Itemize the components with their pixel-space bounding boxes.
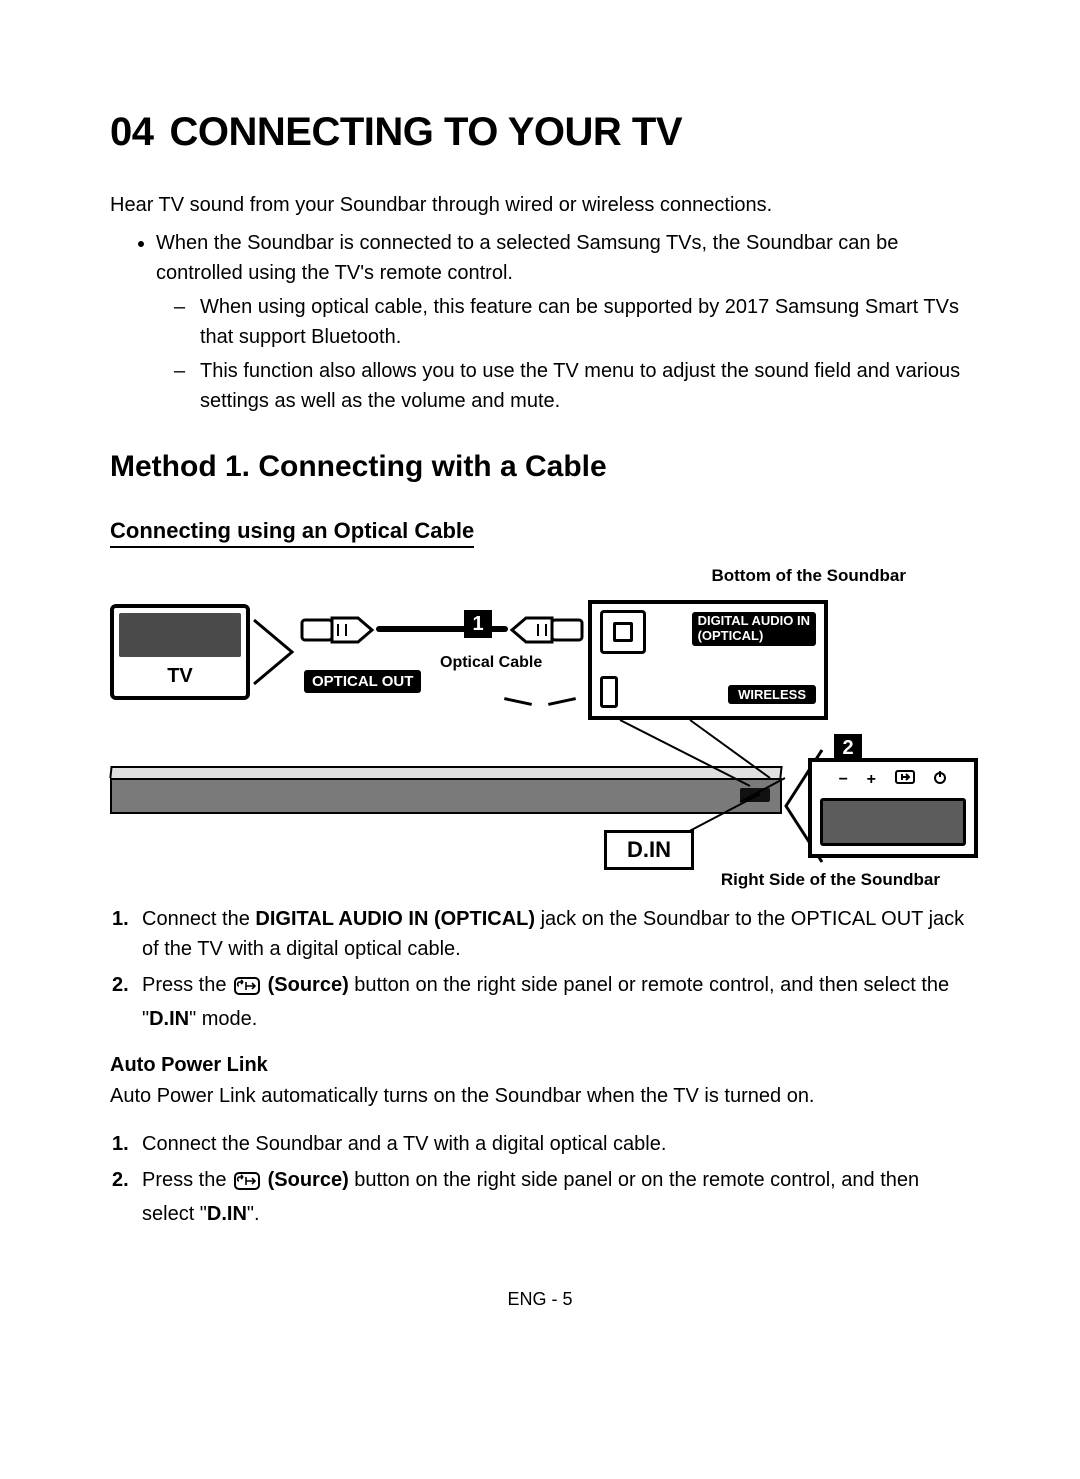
step-item: Press the (Source) button on the right s… xyxy=(142,1165,970,1229)
apl-steps: Connect the Soundbar and a TV with a dig… xyxy=(110,1129,970,1229)
optical-out-label: OPTICAL OUT xyxy=(304,670,421,693)
section-title: 04 CONNECTING TO YOUR TV xyxy=(110,110,970,155)
tv-screen xyxy=(119,613,241,657)
optical-cable-label: Optical Cable xyxy=(440,654,542,672)
intro-bullets: When the Soundbar is connected to a sele… xyxy=(110,228,970,416)
connector-right-icon xyxy=(506,612,584,648)
bullet-item: When the Soundbar is connected to a sele… xyxy=(156,228,970,416)
step-item: Connect the DIGITAL AUDIO IN (OPTICAL) j… xyxy=(142,904,970,964)
wireless-label: WIRELESS xyxy=(728,685,816,704)
sub-heading: Connecting using an Optical Cable xyxy=(110,518,474,548)
diagram-top-label: Bottom of the Soundbar xyxy=(711,566,906,586)
bullet-text: When the Soundbar is connected to a sele… xyxy=(156,232,898,284)
optical-port-icon xyxy=(600,610,646,654)
step-item: Press the (Source) button on the right s… xyxy=(142,970,970,1034)
section-title-text: CONNECTING TO YOUR TV xyxy=(170,110,683,154)
source-icon xyxy=(234,1169,260,1199)
power-icon xyxy=(933,770,947,789)
step-text: " mode. xyxy=(189,1008,257,1030)
connector-left-icon xyxy=(300,612,378,648)
din-display-label: D.IN xyxy=(604,830,694,870)
side-panel-buttons: − + xyxy=(812,770,974,789)
step-text: ". xyxy=(247,1203,260,1225)
main-steps: Connect the DIGITAL AUDIO IN (OPTICAL) j… xyxy=(110,904,970,1034)
method-heading: Method 1. Connecting with a Cable xyxy=(110,450,970,484)
bracket-left-icon xyxy=(252,618,298,686)
callout-number-1: 1 xyxy=(464,610,492,638)
wireless-port-icon xyxy=(600,676,618,708)
step-text: Press the xyxy=(142,1169,232,1191)
section-number: 04 xyxy=(110,110,154,155)
soundbar-bottom-panel: DIGITAL AUDIO IN (OPTICAL) WIRELESS xyxy=(588,600,828,720)
sub-dashes: When using optical cable, this feature c… xyxy=(156,292,970,416)
volume-up-icon: + xyxy=(867,771,876,789)
step-bold: DIGITAL AUDIO IN (OPTICAL) xyxy=(255,908,535,930)
connection-diagram: Bottom of the Soundbar TV OPTICAL OUT xyxy=(110,566,970,886)
volume-down-icon: − xyxy=(839,771,848,789)
step-item: Connect the Soundbar and a TV with a dig… xyxy=(142,1129,970,1159)
step-bold: D.IN xyxy=(207,1203,247,1225)
soundbar-side-panel: − + xyxy=(808,758,978,858)
dai-line2: (OPTICAL) xyxy=(698,628,764,643)
intro-text: Hear TV sound from your Soundbar through… xyxy=(110,191,970,220)
page-footer: ENG - 5 xyxy=(110,1289,970,1310)
manual-page: 04 CONNECTING TO YOUR TV Hear TV sound fr… xyxy=(0,0,1080,1310)
side-panel-body xyxy=(820,798,966,846)
step-text: Press the xyxy=(142,974,232,996)
dash-item: This function also allows you to use the… xyxy=(200,356,970,416)
dai-line1: DIGITAL AUDIO IN xyxy=(698,613,810,628)
tv-icon: TV xyxy=(110,604,250,700)
step-bold: D.IN xyxy=(149,1008,189,1030)
diagram-bottom-label: Right Side of the Soundbar xyxy=(721,870,940,890)
step-bold: (Source) xyxy=(262,974,349,996)
source-icon xyxy=(234,974,260,1004)
step-text: Connect the xyxy=(142,908,255,930)
source-icon xyxy=(895,770,915,789)
auto-power-link-heading: Auto Power Link xyxy=(110,1054,970,1077)
dash-item: When using optical cable, this feature c… xyxy=(200,292,970,352)
tv-label: TV xyxy=(114,665,246,688)
auto-power-link-desc: Auto Power Link automatically turns on t… xyxy=(110,1081,970,1111)
digital-audio-in-label: DIGITAL AUDIO IN (OPTICAL) xyxy=(692,612,816,646)
step-bold: (Source) xyxy=(262,1169,349,1191)
